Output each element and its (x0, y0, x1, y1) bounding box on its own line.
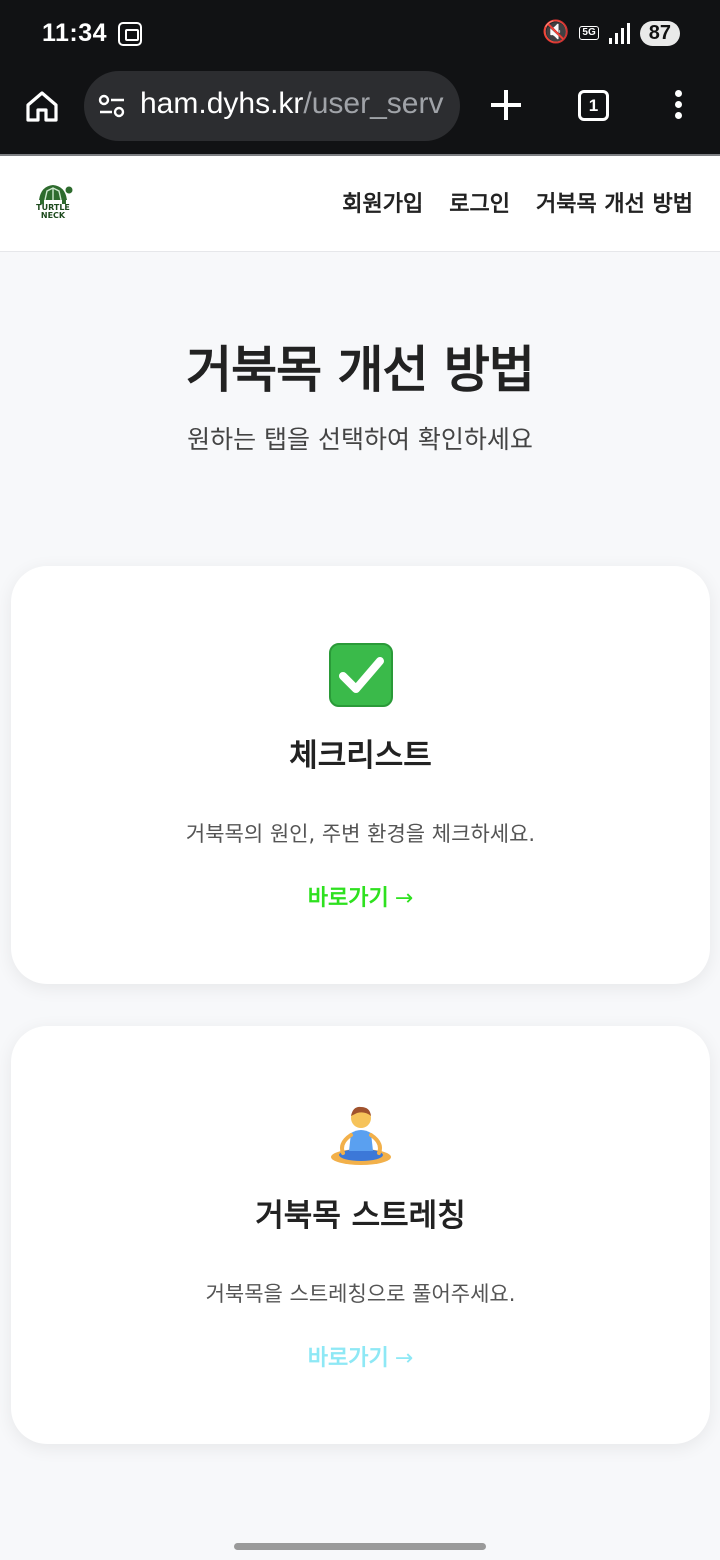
address-bar[interactable]: ham.dyhs.kr/user_serv (84, 71, 460, 141)
stretching-card-description: 거북목을 스트레칭으로 풀어주세요. (205, 1282, 516, 1306)
arrow-right-icon: → (394, 1346, 414, 1371)
check-mark-icon (329, 643, 393, 707)
new-tab-icon[interactable] (490, 89, 522, 121)
nav-improve[interactable]: 거북목 개선 방법 (536, 186, 693, 218)
status-time: 11:34 (42, 19, 108, 47)
home-indicator[interactable] (234, 1543, 486, 1550)
stretching-go-label: 바로가기 (307, 1346, 389, 1371)
nav-signup[interactable]: 회원가입 (342, 186, 423, 218)
arrow-right-icon: → (394, 886, 414, 911)
status-bar: 11:34 🔇 5G 87 (0, 0, 720, 66)
yoga-person-icon (331, 1106, 391, 1165)
mute-icon: 🔇 (542, 20, 570, 45)
network-label: 5G (579, 26, 599, 40)
url-text: ham.dyhs.kr/user_serv (140, 87, 443, 121)
browser-toolbar: ham.dyhs.kr/user_serv 1 (0, 66, 720, 154)
nav-login[interactable]: 로그인 (449, 186, 510, 218)
more-menu-icon[interactable] (672, 90, 684, 122)
stretching-card[interactable]: 거북목 스트레칭 거북목을 스트레칭으로 풀어주세요. 바로가기 → (11, 1026, 710, 1444)
tab-switcher-button[interactable]: 1 (578, 90, 609, 121)
stretching-go-link[interactable]: 바로가기 → (11, 1340, 710, 1372)
status-indicators: 🔇 5G 87 (542, 19, 680, 47)
site-nav: 회원가입 로그인 거북목 개선 방법 (342, 186, 693, 218)
page-title: 거북목 개선 방법 (186, 341, 535, 399)
page-subtitle: 원하는 탭을 선택하여 확인하세요 (187, 425, 533, 454)
home-icon[interactable] (24, 88, 60, 124)
logo-text-bottom: NECK (40, 211, 66, 220)
stretching-card-title: 거북목 스트레칭 (255, 1198, 466, 1234)
checklist-card-title: 체크리스트 (289, 738, 432, 774)
site-logo[interactable]: TURTLE NECK (30, 180, 76, 226)
checklist-go-link[interactable]: 바로가기 → (11, 880, 710, 912)
site-settings-icon[interactable] (98, 93, 126, 119)
url-host: ham.dyhs.kr (140, 87, 304, 120)
site-header: TURTLE NECK 회원가입 로그인 거북목 개선 방법 (0, 154, 720, 252)
screenshot-icon (118, 22, 142, 46)
signal-icon (608, 22, 630, 44)
checklist-go-label: 바로가기 (307, 886, 389, 911)
battery-level: 87 (639, 20, 680, 46)
turtle-icon (39, 185, 73, 204)
url-path: /user_serv (303, 87, 444, 120)
checklist-card[interactable]: 체크리스트 거북목의 원인, 주변 환경을 체크하세요. 바로가기 → (11, 566, 710, 984)
checklist-card-description: 거북목의 원인, 주변 환경을 체크하세요. (185, 822, 536, 846)
